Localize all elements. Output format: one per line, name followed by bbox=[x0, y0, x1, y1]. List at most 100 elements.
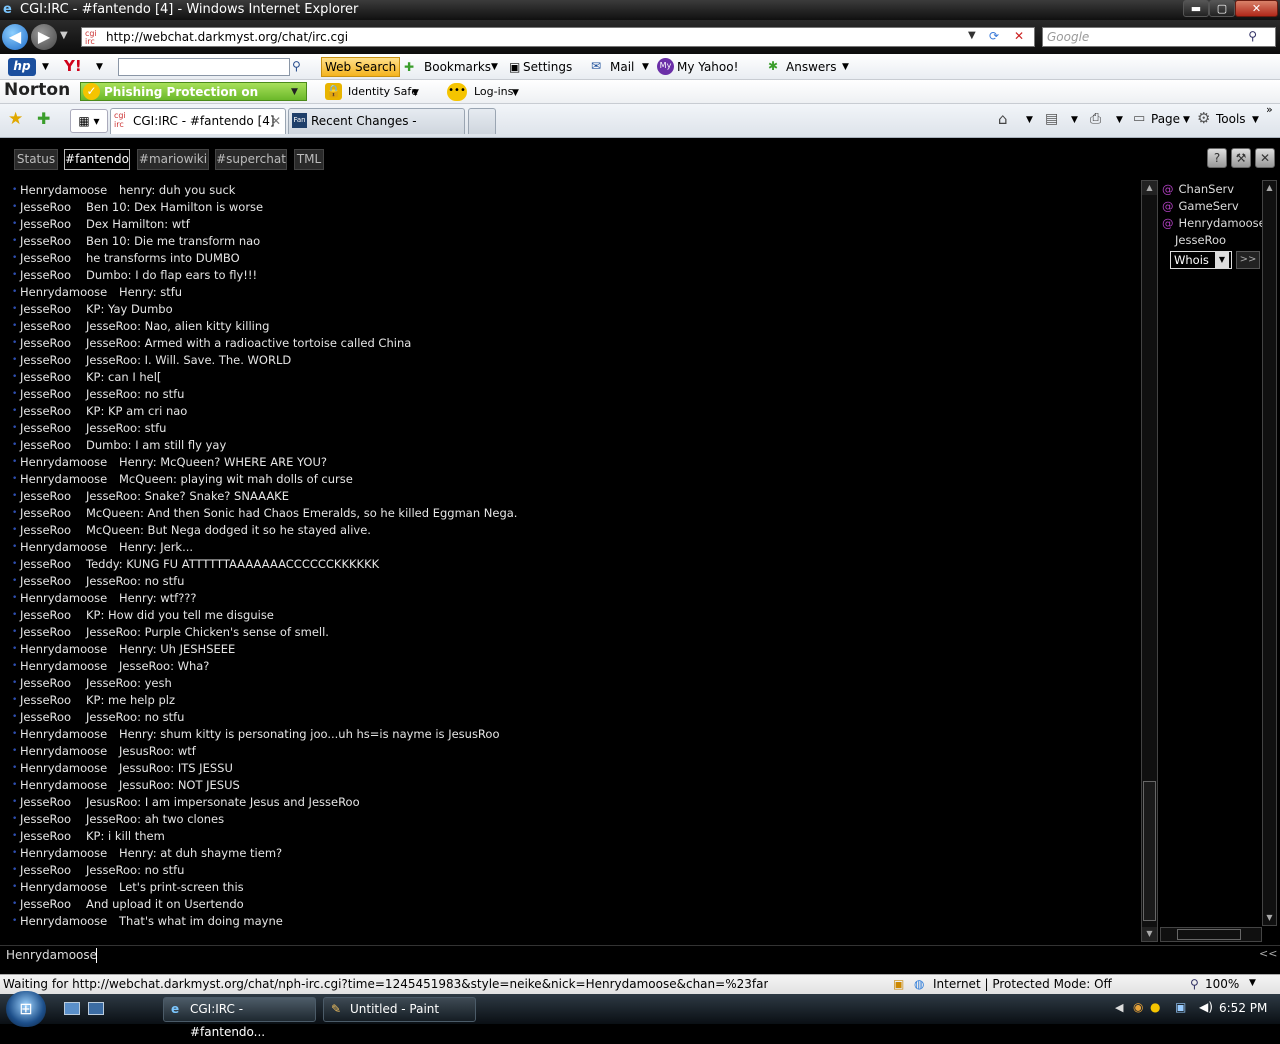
refresh-icon[interactable]: ⟳ bbox=[989, 29, 999, 43]
message-nick[interactable]: Henrydamoose bbox=[20, 743, 107, 760]
message-nick[interactable]: JesseRoo bbox=[20, 318, 71, 335]
nick-list-item[interactable]: @ Henrydamoose bbox=[1162, 215, 1262, 232]
taskbar-item-paint[interactable]: ✎ Untitled - Paint bbox=[323, 997, 476, 1022]
chat-scrollbar[interactable]: ▲ ▼ bbox=[1141, 180, 1158, 942]
irc-tab-fantendo[interactable]: #fantendo bbox=[64, 149, 130, 170]
nick-list-item[interactable]: @ GameServ bbox=[1162, 198, 1239, 215]
message-nick[interactable]: Henrydamoose bbox=[20, 284, 107, 301]
message-nick[interactable]: Henrydamoose bbox=[20, 590, 107, 607]
message-nick[interactable]: JesseRoo bbox=[20, 199, 71, 216]
settings-button[interactable]: Settings bbox=[523, 59, 572, 75]
message-nick[interactable]: JesseRoo bbox=[20, 556, 71, 573]
chevron-more-icon[interactable]: » bbox=[1266, 102, 1273, 118]
message-nick[interactable]: Henrydamoose bbox=[20, 777, 107, 794]
message-nick[interactable]: JesseRoo bbox=[20, 420, 71, 437]
page-menu-button[interactable]: Page bbox=[1151, 111, 1180, 127]
bookmarks-dropdown-icon[interactable]: ▼ bbox=[491, 59, 498, 75]
message-nick[interactable]: JesseRoo bbox=[20, 709, 71, 726]
message-nick[interactable]: JesseRoo bbox=[20, 216, 71, 233]
message-nick[interactable]: JesseRoo bbox=[20, 403, 71, 420]
message-nick[interactable]: JesseRoo bbox=[20, 352, 71, 369]
message-nick[interactable]: JesseRoo bbox=[20, 386, 71, 403]
toggle-nicklist-button[interactable]: << bbox=[1259, 947, 1277, 960]
hp-dropdown-icon[interactable]: ▼ bbox=[42, 59, 49, 75]
home-icon[interactable]: ⌂ bbox=[998, 111, 1008, 127]
message-nick[interactable]: Henrydamoose bbox=[20, 879, 107, 896]
show-desktop-icon[interactable] bbox=[64, 1002, 80, 1015]
history-dropdown-icon[interactable]: ▼ bbox=[60, 30, 68, 41]
message-nick[interactable]: Henrydamoose bbox=[20, 182, 107, 199]
address-bar[interactable]: cgi irc http://webchat.darkmyst.org/chat/… bbox=[81, 27, 1035, 47]
help-button[interactable]: ? bbox=[1207, 148, 1227, 168]
tab-irc[interactable]: cgi irc CGI:IRC - #fantendo [4] ✕ bbox=[110, 108, 286, 134]
nick-scroll-up-icon[interactable]: ▲ bbox=[1263, 181, 1276, 195]
nick-action-go-button[interactable]: >> bbox=[1236, 251, 1260, 269]
logins-dropdown-icon[interactable]: ▼ bbox=[512, 85, 519, 101]
message-nick[interactable]: JesseRoo bbox=[20, 794, 71, 811]
message-nick[interactable]: JesseRoo bbox=[20, 607, 71, 624]
taskbar-item-ie[interactable]: e CGI:IRC - #fantendo... bbox=[163, 997, 316, 1039]
tools-menu-button[interactable]: Tools bbox=[1216, 111, 1246, 127]
message-nick[interactable]: JesseRoo bbox=[20, 335, 71, 352]
answers-button[interactable]: Answers bbox=[786, 59, 836, 75]
logins-button[interactable]: Log-ins bbox=[474, 84, 513, 100]
tab-close-icon[interactable]: ✕ bbox=[271, 109, 281, 133]
mail-button[interactable]: Mail bbox=[610, 59, 634, 75]
address-dropdown-icon[interactable]: ▼ bbox=[968, 30, 976, 41]
zoom-level[interactable]: 100% bbox=[1205, 977, 1239, 991]
options-button[interactable]: ⚒ bbox=[1231, 148, 1251, 168]
message-nick[interactable]: JesseRoo bbox=[20, 369, 71, 386]
message-nick[interactable]: Henrydamoose bbox=[20, 641, 107, 658]
minimize-button[interactable]: ▬ bbox=[1183, 0, 1209, 17]
message-nick[interactable]: Henrydamoose bbox=[20, 539, 107, 556]
message-nick[interactable]: JesseRoo bbox=[20, 896, 71, 913]
forward-button[interactable]: ▶ bbox=[31, 24, 57, 50]
message-nick[interactable]: Henrydamoose bbox=[20, 658, 107, 675]
identity-safe-button[interactable]: Identity Safe bbox=[348, 84, 418, 100]
tray-app-icon[interactable]: ◉ bbox=[1133, 1000, 1143, 1014]
irc-tab-mariowiki[interactable]: #mariowiki bbox=[137, 149, 209, 170]
page-dropdown-icon[interactable]: ▼ bbox=[1183, 112, 1190, 128]
scroll-down-icon[interactable]: ▼ bbox=[1142, 927, 1157, 941]
search-icon[interactable]: ⚲ bbox=[1248, 29, 1257, 43]
quick-tabs-icon[interactable]: ▦ ▾ bbox=[70, 109, 108, 133]
chat-scroll-thumb[interactable] bbox=[1143, 781, 1156, 921]
message-nick[interactable]: Henrydamoose bbox=[20, 760, 107, 777]
print-dropdown-icon[interactable]: ▼ bbox=[1116, 112, 1123, 128]
message-nick[interactable]: JesseRoo bbox=[20, 522, 71, 539]
zoom-dropdown-icon[interactable]: ▼ bbox=[1249, 978, 1256, 988]
message-nick[interactable]: JesseRoo bbox=[20, 692, 71, 709]
bookmarks-button[interactable]: Bookmarks bbox=[424, 59, 491, 75]
message-nick[interactable]: JesseRoo bbox=[20, 811, 71, 828]
yahoo-logo-icon[interactable]: Y! bbox=[64, 58, 82, 74]
close-channel-button[interactable]: ✕ bbox=[1255, 148, 1275, 168]
clock[interactable]: 6:52 PM bbox=[1219, 1001, 1267, 1015]
message-nick[interactable]: JesseRoo bbox=[20, 573, 71, 590]
close-window-button[interactable]: ✕ bbox=[1235, 0, 1278, 17]
search-box[interactable]: Google ⚲ bbox=[1042, 27, 1276, 47]
nick-list-item[interactable]: @ ChanServ bbox=[1162, 181, 1234, 198]
nicklist-scrollbar[interactable]: ▲ ▼ bbox=[1262, 180, 1277, 926]
security-zone[interactable]: Internet | Protected Mode: Off bbox=[933, 977, 1112, 991]
favorites-star-icon[interactable]: ★ bbox=[8, 111, 23, 128]
phishing-protection-button[interactable]: ✓ Phishing Protection on ▼ bbox=[80, 82, 307, 101]
message-nick[interactable]: JesseRoo bbox=[20, 267, 71, 284]
feeds-dropdown-icon[interactable]: ▼ bbox=[1071, 112, 1078, 128]
nick-action-select[interactable]: Whois ▼ bbox=[1170, 251, 1232, 269]
irc-tab-status[interactable]: Status bbox=[14, 149, 58, 170]
nick-list-item[interactable]: JesseRoo bbox=[1175, 232, 1226, 249]
feeds-icon[interactable]: ▤ bbox=[1045, 111, 1058, 127]
my-yahoo-button[interactable]: My Yahoo! bbox=[677, 59, 738, 75]
message-nick[interactable]: JesseRoo bbox=[20, 505, 71, 522]
mail-dropdown-icon[interactable]: ▼ bbox=[642, 59, 649, 75]
message-nick[interactable]: JesseRoo bbox=[20, 862, 71, 879]
switch-windows-icon[interactable] bbox=[88, 1002, 104, 1015]
print-icon[interactable]: ⎙ bbox=[1090, 111, 1101, 127]
irc-tab-tml[interactable]: TML bbox=[294, 149, 324, 170]
message-nick[interactable]: Henrydamoose bbox=[20, 454, 107, 471]
message-nick[interactable]: Henrydamoose bbox=[20, 471, 107, 488]
identity-dropdown-icon[interactable]: ▼ bbox=[412, 85, 419, 101]
message-nick[interactable]: JesseRoo bbox=[20, 437, 71, 454]
maximize-button[interactable]: ▢ bbox=[1209, 0, 1235, 17]
message-nick[interactable]: Henrydamoose bbox=[20, 845, 107, 862]
